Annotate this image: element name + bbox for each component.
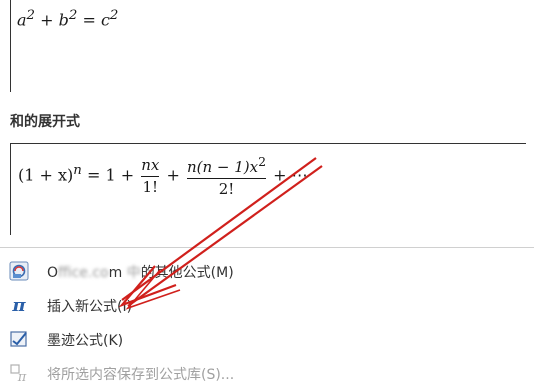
menu-item-insert-new-equation[interactable]: π 插入新公式(I) bbox=[0, 288, 534, 322]
var-a: a bbox=[17, 10, 27, 30]
fraction-1-denominator: 1! bbox=[142, 177, 159, 196]
equals-sign: = bbox=[82, 10, 96, 30]
pi-icon: π bbox=[9, 295, 29, 315]
save-to-gallery-icon: π bbox=[9, 363, 29, 383]
exp-c: 2 bbox=[109, 8, 119, 23]
var-b: b bbox=[58, 10, 69, 30]
office-formulas-icon bbox=[9, 261, 29, 281]
menu-item-office-formulas-label: Office.com 中的其他公式(M) bbox=[47, 262, 234, 282]
ink-equation-icon bbox=[9, 329, 29, 349]
menu-item-save-to-gallery-label: 将所选内容保存到公式库(S)... bbox=[47, 367, 235, 383]
fraction-2-denominator: 2! bbox=[218, 179, 235, 198]
fraction-2-numerator-text: n(n − 1)x bbox=[186, 158, 259, 176]
label-mid: m bbox=[108, 265, 123, 281]
menu-item-ink-equation[interactable]: 墨迹公式(K) bbox=[0, 322, 534, 356]
menu-item-save-to-gallery[interactable]: π 将所选内容保存到公式库(S)... bbox=[0, 356, 534, 390]
equation-binomial: (1 + x)n = 1 + nx 1! + n(n − 1)x2 2! + ⋯ bbox=[18, 155, 308, 197]
binomial-exp: n bbox=[73, 163, 82, 179]
menu-separator bbox=[0, 247, 534, 248]
fraction-2-numerator: n(n − 1)x2 bbox=[187, 155, 266, 176]
svg-text:π: π bbox=[17, 370, 27, 383]
equation-pythagorean: a2 + b2 = c2 bbox=[17, 8, 118, 29]
menu-item-insert-new-equation-label: 插入新公式(I) bbox=[47, 299, 133, 315]
fraction-1: nx 1! bbox=[141, 156, 160, 196]
menu-item-ink-equation-label: 墨迹公式(K) bbox=[47, 333, 124, 349]
exp-a: 2 bbox=[26, 8, 36, 23]
plus-sign-2: + bbox=[166, 165, 180, 185]
equation-menu: Office.com 中的其他公式(M) π 插入新公式(I) 墨迹公式(K) … bbox=[0, 254, 534, 390]
binomial-eq-one: = 1 + bbox=[86, 165, 135, 185]
menu-item-office-formulas[interactable]: Office.com 中的其他公式(M) bbox=[0, 254, 534, 288]
fraction-2-bar bbox=[186, 177, 267, 179]
label-prefix: O bbox=[47, 265, 59, 281]
label-blurred: ffice.co bbox=[58, 265, 109, 281]
label-blurred-2: 中 bbox=[126, 265, 141, 281]
binomial-tail: + ⋯ bbox=[273, 165, 308, 185]
binomial-lhs: (1 + x) bbox=[18, 165, 74, 185]
plus-sign: + bbox=[40, 10, 54, 30]
svg-text:π: π bbox=[11, 295, 26, 315]
fraction-1-bar bbox=[141, 175, 160, 177]
exp-b: 2 bbox=[68, 8, 78, 23]
equation-gallery-section-title: 和的展开式 bbox=[10, 114, 80, 130]
var-c: c bbox=[100, 10, 110, 30]
fraction-1-numerator: nx bbox=[141, 156, 160, 174]
fraction-2-numerator-exp: 2 bbox=[258, 154, 267, 169]
fraction-2: n(n − 1)x2 2! bbox=[186, 155, 267, 198]
label-suffix: 的其他公式(M) bbox=[140, 265, 234, 281]
